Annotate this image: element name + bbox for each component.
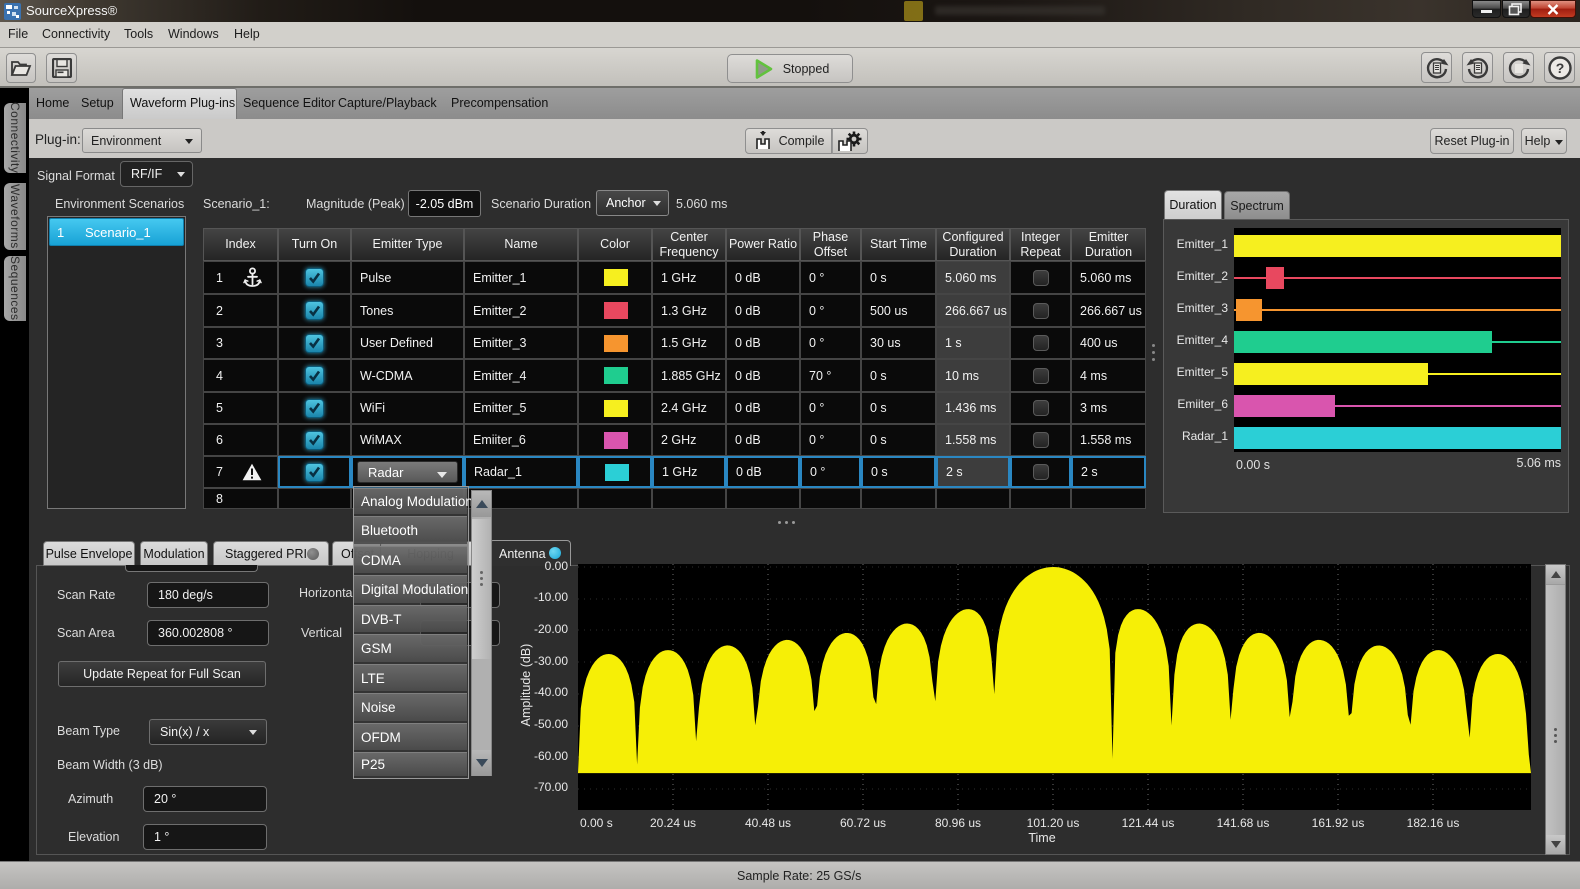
svg-text:?: ? (1555, 60, 1564, 76)
